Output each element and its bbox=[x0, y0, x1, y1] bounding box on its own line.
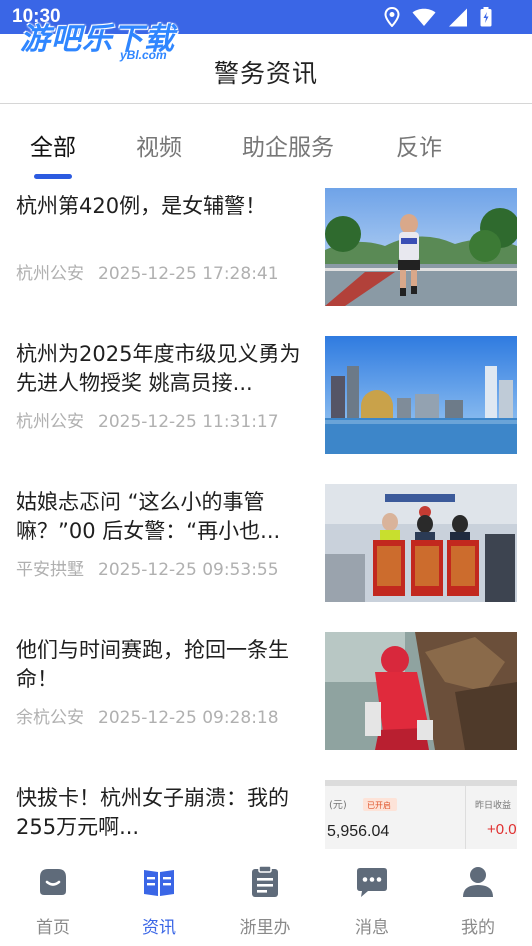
thumb-amount: 5,956.04 bbox=[327, 823, 389, 840]
news-time: 2025-12-25 17:28:41 bbox=[98, 264, 279, 284]
bottom-nav: 首页 资讯 浙里办 消息 我的 bbox=[0, 849, 532, 946]
news-meta: 余杭公安 2025-12-25 09:28:18 bbox=[16, 703, 279, 728]
news-source: 平安拱墅 bbox=[16, 560, 84, 580]
tab-enterprise-service[interactable]: 助企服务 bbox=[242, 128, 334, 162]
status-icons bbox=[384, 7, 492, 27]
clipboard-icon bbox=[252, 865, 278, 897]
home-icon bbox=[40, 869, 66, 895]
news-thumbnail bbox=[325, 484, 517, 602]
thumb-right-value: +0.0 bbox=[487, 821, 517, 838]
nav-label: 浙里办 bbox=[239, 918, 291, 938]
tab-anti-fraud[interactable]: 反诈 bbox=[396, 128, 442, 162]
news-title: 快拔卡！杭州女子崩溃：我的255万元啊... bbox=[16, 786, 289, 839]
news-meta: 杭州公安 2025-12-25 11:31:17 bbox=[16, 407, 279, 432]
nav-label: 消息 bbox=[355, 918, 389, 938]
nav-profile[interactable]: 我的 bbox=[438, 865, 518, 938]
news-item[interactable]: 姑娘忐忑问 “这么小的事管嘛？”00 后女警：“再小也... 平安拱墅 2025-… bbox=[0, 484, 532, 632]
thumb-unit: (元) bbox=[329, 800, 347, 811]
news-item[interactable]: 快拔卡！杭州女子崩溃：我的255万元啊... (元) 已开启 5,956.04 … bbox=[0, 780, 532, 849]
news-time: 2025-12-25 09:28:18 bbox=[98, 708, 279, 728]
news-meta: 平安拱墅 2025-12-25 09:53:55 bbox=[16, 555, 279, 580]
news-time: 2025-12-25 09:53:55 bbox=[98, 560, 279, 580]
nav-zhelibanl[interactable]: 浙里办 bbox=[225, 865, 305, 938]
watermark-logo: 游吧乐下载 yBl.com bbox=[20, 14, 175, 62]
news-source: 杭州公安 bbox=[16, 264, 84, 284]
chat-icon bbox=[357, 868, 387, 897]
news-time: 2025-12-25 11:31:17 bbox=[98, 412, 279, 432]
watermark-subtext: yBl.com bbox=[120, 48, 167, 62]
news-title: 杭州第420例，是女辅警！ bbox=[16, 194, 267, 218]
nav-label: 首页 bbox=[36, 918, 70, 938]
news-source: 杭州公安 bbox=[16, 412, 84, 432]
news-meta: 杭州公安 2025-12-25 17:28:41 bbox=[16, 259, 279, 284]
nav-messages[interactable]: 消息 bbox=[332, 865, 412, 938]
nav-label: 我的 bbox=[461, 918, 495, 938]
signal-icon bbox=[449, 8, 467, 26]
news-title: 姑娘忐忑问 “这么小的事管嘛？”00 后女警：“再小也... bbox=[16, 490, 281, 543]
thumb-right-label: 昨日收益 bbox=[475, 799, 511, 811]
battery-icon bbox=[480, 7, 492, 27]
news-thumbnail bbox=[325, 188, 517, 306]
nav-home[interactable]: 首页 bbox=[13, 865, 93, 938]
news-thumbnail bbox=[325, 336, 517, 454]
news-item[interactable]: 杭州第420例，是女辅警！ 杭州公安 2025-12-25 17:28:41 bbox=[0, 188, 532, 336]
nav-news[interactable]: 资讯 bbox=[119, 865, 199, 938]
tab-all[interactable]: 全部 bbox=[30, 128, 76, 162]
news-thumbnail bbox=[325, 632, 517, 750]
thumb-badge: 已开启 bbox=[367, 800, 391, 810]
book-icon bbox=[144, 870, 174, 896]
tab-active-indicator bbox=[34, 174, 72, 179]
page-title: 警务资讯 bbox=[213, 59, 318, 88]
news-item[interactable]: 他们与时间赛跑，抢回一条生命！ 余杭公安 2025-12-25 09:28:18 bbox=[0, 632, 532, 780]
news-title: 杭州为2025年度市级见义勇为先进人物授奖 姚高员接... bbox=[16, 342, 301, 395]
wifi-icon bbox=[412, 8, 436, 26]
news-thumbnail: (元) 已开启 5,956.04 昨日收益 +0.0 bbox=[325, 780, 517, 849]
person-icon bbox=[463, 867, 493, 897]
news-source: 余杭公安 bbox=[16, 708, 84, 728]
news-item[interactable]: 杭州为2025年度市级见义勇为先进人物授奖 姚高员接... 杭州公安 2025-1… bbox=[0, 336, 532, 484]
nav-label: 资讯 bbox=[142, 918, 176, 938]
tab-video[interactable]: 视频 bbox=[136, 128, 182, 162]
location-icon bbox=[384, 7, 400, 27]
news-title: 他们与时间赛跑，抢回一条生命！ bbox=[16, 638, 289, 691]
category-tabs: 全部 视频 助企服务 反诈 bbox=[0, 104, 532, 180]
